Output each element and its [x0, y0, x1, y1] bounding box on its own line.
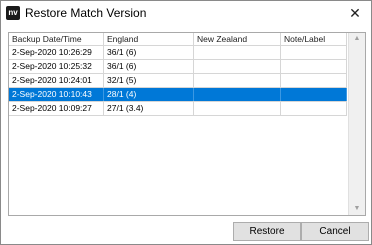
cell-new-zealand — [194, 102, 281, 115]
cell-new-zealand — [194, 46, 281, 59]
table-row[interactable]: 2-Sep-2020 10:10:43 28/1 (4) — [9, 88, 347, 102]
close-icon[interactable]: ✕ — [345, 4, 365, 22]
cell-date: 2-Sep-2020 10:09:27 — [9, 102, 104, 115]
table-row[interactable]: 2-Sep-2020 10:26:29 36/1 (6) — [9, 46, 347, 60]
scroll-up-icon[interactable]: ▲ — [349, 33, 365, 45]
column-header-new-zealand[interactable]: New Zealand — [194, 33, 281, 45]
cell-new-zealand — [194, 60, 281, 73]
backup-table[interactable]: Backup Date/Time England New Zealand Not… — [8, 32, 366, 216]
table-row[interactable]: 2-Sep-2020 10:24:01 32/1 (5) — [9, 74, 347, 88]
table-row[interactable]: 2-Sep-2020 10:09:27 27/1 (3.4) — [9, 102, 347, 116]
table-header: Backup Date/Time England New Zealand Not… — [9, 33, 347, 46]
cell-new-zealand — [194, 74, 281, 87]
cell-note — [281, 60, 347, 73]
cell-note — [281, 102, 347, 115]
cell-date: 2-Sep-2020 10:25:32 — [9, 60, 104, 73]
restore-button[interactable]: Restore — [233, 222, 301, 241]
cell-england: 27/1 (3.4) — [104, 102, 194, 115]
cell-note — [281, 88, 347, 101]
cell-note — [281, 46, 347, 59]
column-header-date[interactable]: Backup Date/Time — [9, 33, 104, 45]
window-title: Restore Match Version — [25, 6, 147, 20]
app-logo-icon: nv — [6, 6, 20, 20]
cell-date: 2-Sep-2020 10:26:29 — [9, 46, 104, 59]
scroll-down-icon[interactable]: ▼ — [349, 203, 365, 215]
cell-new-zealand — [194, 88, 281, 101]
title-bar: nv Restore Match Version ✕ — [1, 1, 371, 27]
cell-england: 36/1 (6) — [104, 60, 194, 73]
vertical-scrollbar[interactable]: ▲ ▼ — [348, 33, 365, 215]
table-row[interactable]: 2-Sep-2020 10:25:32 36/1 (6) — [9, 60, 347, 74]
column-header-note[interactable]: Note/Label — [281, 33, 347, 45]
cell-england: 32/1 (5) — [104, 74, 194, 87]
cancel-button[interactable]: Cancel — [301, 222, 369, 241]
cell-date: 2-Sep-2020 10:10:43 — [9, 88, 104, 101]
cell-england: 28/1 (4) — [104, 88, 194, 101]
cell-england: 36/1 (6) — [104, 46, 194, 59]
column-header-england[interactable]: England — [104, 33, 194, 45]
cell-note — [281, 74, 347, 87]
cell-date: 2-Sep-2020 10:24:01 — [9, 74, 104, 87]
restore-dialog: nv Restore Match Version ✕ Backup Date/T… — [0, 0, 372, 245]
